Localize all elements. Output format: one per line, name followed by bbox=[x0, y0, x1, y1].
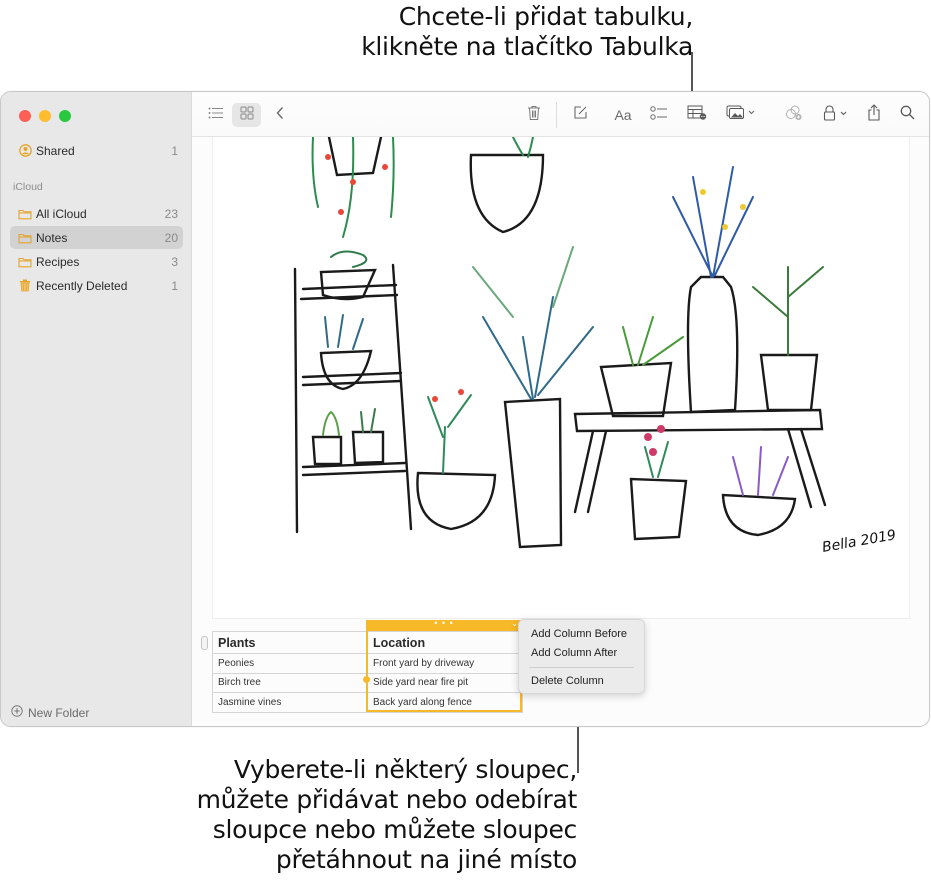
table-cell[interactable]: Birch tree bbox=[212, 672, 368, 693]
media-button[interactable] bbox=[722, 103, 760, 127]
callout-line: Chcete-li přidat tabulku, bbox=[398, 2, 694, 31]
note-editor[interactable]: Bella 2019 Plants Location Peonies Front… bbox=[192, 135, 929, 726]
trash-icon bbox=[527, 105, 541, 126]
compose-icon bbox=[573, 105, 588, 125]
column-context-menu: Add Column Before Add Column After Delet… bbox=[518, 619, 645, 694]
folder-icon bbox=[18, 231, 32, 245]
table-header-cell[interactable]: Location bbox=[367, 631, 523, 654]
share-icon bbox=[867, 104, 881, 126]
gallery-view-button[interactable] bbox=[232, 103, 261, 127]
table-header-cell[interactable]: Plants bbox=[212, 631, 368, 654]
callout-line: sloupce nebo můžete sloupec bbox=[212, 815, 578, 844]
table-cell[interactable]: Jasmine vines bbox=[212, 692, 368, 713]
notes-window: Shared 1 iCloud All iCloud 23 Notes 20 R… bbox=[0, 91, 930, 727]
collaborate-icon bbox=[785, 105, 803, 126]
folder-icon bbox=[18, 255, 32, 269]
search-button[interactable] bbox=[895, 103, 919, 127]
section-label-icloud: iCloud bbox=[13, 181, 43, 193]
table-cell[interactable]: Peonies bbox=[212, 653, 368, 674]
table-cell[interactable]: Back yard along fence bbox=[367, 692, 523, 713]
row-drag-handle[interactable] bbox=[201, 636, 208, 650]
sidebar-item-label: Recipes bbox=[36, 254, 80, 269]
window-controls bbox=[19, 110, 71, 122]
sidebar-item-count: 23 bbox=[164, 206, 178, 221]
table-row: Peonies Front yard by driveway bbox=[212, 653, 523, 674]
plant-illustration: Bella 2019 bbox=[293, 135, 897, 556]
person-circle-icon bbox=[18, 144, 32, 158]
callout-line: klikněte na tlačítko Tabulka bbox=[361, 32, 693, 61]
notes-table[interactable]: Plants Location Peonies Front yard by dr… bbox=[212, 631, 523, 713]
sidebar-item-label: Shared bbox=[36, 143, 75, 158]
list-view-button[interactable] bbox=[204, 103, 228, 127]
minimize-button[interactable] bbox=[39, 110, 51, 122]
search-icon bbox=[900, 105, 915, 125]
sidebar-item-count: 20 bbox=[164, 230, 178, 245]
table-icon bbox=[687, 105, 707, 125]
sidebar-item-label: All iCloud bbox=[36, 206, 87, 221]
sidebar-item-label: Recently Deleted bbox=[36, 278, 128, 293]
sidebar-item-count: 3 bbox=[171, 254, 178, 269]
table-button[interactable] bbox=[684, 103, 710, 127]
sidebar-item-all-icloud[interactable]: All iCloud 23 bbox=[10, 202, 183, 225]
table-cell[interactable]: Side yard near fire pit bbox=[367, 672, 523, 693]
checklist-icon bbox=[650, 105, 668, 125]
grid-icon bbox=[240, 106, 254, 125]
column-handle-dots: • • • bbox=[434, 618, 454, 628]
drawing-signature: Bella 2019 bbox=[821, 527, 897, 556]
selection-knob[interactable] bbox=[363, 676, 370, 683]
table-cell[interactable]: Front yard by driveway bbox=[367, 653, 523, 674]
lock-icon bbox=[822, 104, 850, 126]
callout-line: přetáhnout na jiné místo bbox=[275, 845, 577, 874]
table-row: Jasmine vines Back yard along fence bbox=[212, 692, 523, 713]
toolbar-divider bbox=[556, 102, 557, 128]
compose-button[interactable] bbox=[568, 103, 592, 127]
trash-icon bbox=[18, 279, 32, 293]
chevron-left-icon bbox=[275, 106, 285, 125]
menu-item-delete-column[interactable]: Delete Column bbox=[519, 672, 644, 691]
checklist-button[interactable] bbox=[647, 103, 671, 127]
plant-drawing[interactable]: Bella 2019 bbox=[212, 135, 910, 619]
sidebar-item-recently-deleted[interactable]: Recently Deleted 1 bbox=[10, 274, 183, 297]
callout-line: můžete přidávat nebo odebírat bbox=[196, 785, 578, 814]
photo-icon bbox=[726, 105, 756, 125]
sidebar-item-notes[interactable]: Notes 20 bbox=[10, 226, 183, 249]
new-folder-label: New Folder bbox=[28, 705, 90, 720]
callout-line: Vyberete-li některý sloupec, bbox=[233, 755, 577, 784]
close-button[interactable] bbox=[19, 110, 31, 122]
menu-item-add-column-after[interactable]: Add Column After bbox=[519, 644, 644, 663]
sidebar-item-shared[interactable]: Shared 1 bbox=[10, 139, 183, 162]
menu-item-add-column-before[interactable]: Add Column Before bbox=[519, 625, 644, 644]
delete-button[interactable] bbox=[522, 103, 546, 127]
plus-circle-icon bbox=[11, 705, 23, 720]
toolbar: Aa bbox=[192, 92, 929, 137]
callout-add-table: Chcete-li přidat tabulku, klikněte na tl… bbox=[361, 2, 693, 62]
folder-icon bbox=[18, 207, 32, 221]
back-button[interactable] bbox=[270, 103, 290, 127]
sidebar-item-count: 1 bbox=[171, 278, 178, 293]
list-icon bbox=[208, 106, 224, 124]
sidebar-item-recipes[interactable]: Recipes 3 bbox=[10, 250, 183, 273]
column-drag-handle[interactable]: • • • ⌄ bbox=[366, 618, 522, 631]
table-header-row: Plants Location bbox=[212, 631, 523, 654]
sidebar-item-label: Notes bbox=[36, 230, 68, 245]
sidebar-item-count: 1 bbox=[171, 143, 178, 158]
collaborate-button[interactable] bbox=[782, 103, 806, 127]
share-button[interactable] bbox=[862, 103, 886, 127]
lock-button[interactable] bbox=[820, 103, 852, 127]
text-format-icon: Aa bbox=[614, 107, 632, 123]
sidebar: Shared 1 iCloud All iCloud 23 Notes 20 R… bbox=[1, 92, 192, 726]
zoom-button[interactable] bbox=[59, 110, 71, 122]
format-button[interactable]: Aa bbox=[610, 103, 636, 127]
callout-select-column: Vyberete-li některý sloupec, můžete přid… bbox=[196, 755, 578, 875]
new-folder-button[interactable]: New Folder bbox=[11, 705, 89, 720]
menu-separator bbox=[529, 667, 634, 668]
